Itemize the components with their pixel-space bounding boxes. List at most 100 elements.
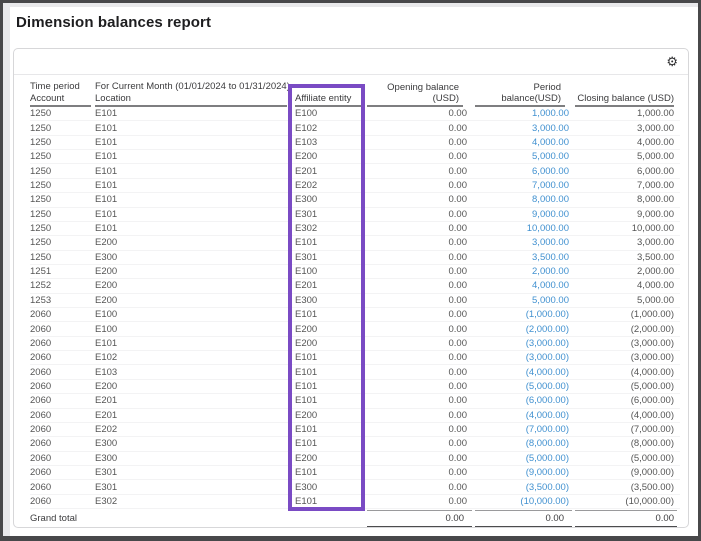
cell-opening: 0.00 xyxy=(367,309,475,320)
cell-affiliate: E301 xyxy=(291,252,367,263)
cell-period[interactable]: 6,000.00 xyxy=(475,166,575,177)
cell-period[interactable]: 8,000.00 xyxy=(475,194,575,205)
cell-closing: 5,000.00 xyxy=(575,295,677,306)
cell-period[interactable]: (1,000.00) xyxy=(475,309,575,320)
cell-affiliate: E101 xyxy=(291,467,367,478)
cell-account: 1250 xyxy=(30,151,95,162)
time-period-label: Time period xyxy=(30,81,95,92)
cell-affiliate: E102 xyxy=(291,123,367,134)
cell-period[interactable]: (3,000.00) xyxy=(475,338,575,349)
cell-period[interactable]: (9,000.00) xyxy=(475,467,575,478)
grand-total-opening: 0.00 xyxy=(367,510,475,528)
cell-opening: 0.00 xyxy=(367,166,475,177)
cell-period[interactable]: 4,000.00 xyxy=(475,280,575,291)
table-row: 2060E100E1010.00(1,000.00)(1,000.00) xyxy=(30,308,680,322)
cell-opening: 0.00 xyxy=(367,223,475,234)
col-header-account: Account xyxy=(30,93,95,107)
cell-opening: 0.00 xyxy=(367,108,475,119)
cell-opening: 0.00 xyxy=(367,453,475,464)
cell-closing: 7,000.00 xyxy=(575,180,677,191)
report-table: Time period For Current Month (01/01/202… xyxy=(14,75,688,527)
grand-total-label: Grand total xyxy=(30,510,95,524)
cell-closing: (6,000.00) xyxy=(575,395,677,406)
cell-period[interactable]: 9,000.00 xyxy=(475,209,575,220)
cell-account: 2060 xyxy=(30,367,95,378)
cell-closing: 3,500.00 xyxy=(575,252,677,263)
cell-closing: 4,000.00 xyxy=(575,280,677,291)
cell-period[interactable]: (5,000.00) xyxy=(475,453,575,464)
cell-period[interactable]: 7,000.00 xyxy=(475,180,575,191)
cell-period[interactable]: (3,500.00) xyxy=(475,482,575,493)
cell-opening: 0.00 xyxy=(367,410,475,421)
cell-location: E200 xyxy=(95,237,291,248)
table-body: 1250E101E1000.001,000.001,000.001250E101… xyxy=(30,107,680,509)
cell-closing: 3,000.00 xyxy=(575,237,677,248)
cell-period[interactable]: (4,000.00) xyxy=(475,367,575,378)
cell-period[interactable]: 5,000.00 xyxy=(475,151,575,162)
cell-location: E101 xyxy=(95,137,291,148)
settings-gear-icon[interactable]: ⚙ xyxy=(666,55,678,68)
cell-period[interactable]: 5,000.00 xyxy=(475,295,575,306)
cell-location: E201 xyxy=(95,410,291,421)
cell-period[interactable]: (5,000.00) xyxy=(475,381,575,392)
table-row: 2060E202E1010.00(7,000.00)(7,000.00) xyxy=(30,423,680,437)
cell-affiliate: E103 xyxy=(291,137,367,148)
cell-location: E200 xyxy=(95,381,291,392)
cell-period[interactable]: (7,000.00) xyxy=(475,424,575,435)
cell-account: 2060 xyxy=(30,424,95,435)
cell-affiliate: E101 xyxy=(291,352,367,363)
table-row: 2060E101E2000.00(3,000.00)(3,000.00) xyxy=(30,337,680,351)
cell-period[interactable]: (10,000.00) xyxy=(475,496,575,507)
cell-period[interactable]: 4,000.00 xyxy=(475,137,575,148)
cell-location: E300 xyxy=(95,252,291,263)
table-row: 2060E300E1010.00(8,000.00)(8,000.00) xyxy=(30,437,680,451)
cell-location: E300 xyxy=(95,453,291,464)
cell-account: 1250 xyxy=(30,123,95,134)
cell-opening: 0.00 xyxy=(367,295,475,306)
table-row: 2060E103E1010.00(4,000.00)(4,000.00) xyxy=(30,365,680,379)
cell-location: E101 xyxy=(95,166,291,177)
table-row: 1250E101E3000.008,000.008,000.00 xyxy=(30,193,680,207)
cell-period[interactable]: (2,000.00) xyxy=(475,324,575,335)
cell-period[interactable]: 3,500.00 xyxy=(475,252,575,263)
cell-period[interactable]: 3,000.00 xyxy=(475,237,575,248)
cell-period[interactable]: (8,000.00) xyxy=(475,438,575,449)
cell-opening: 0.00 xyxy=(367,367,475,378)
cell-period[interactable]: 3,000.00 xyxy=(475,123,575,134)
cell-opening: 0.00 xyxy=(367,137,475,148)
col-header-period-balance: Period balance(USD) xyxy=(475,82,575,107)
table-row: 1251E200E1000.002,000.002,000.00 xyxy=(30,265,680,279)
cell-affiliate: E101 xyxy=(291,381,367,392)
table-row: 1250E200E1010.003,000.003,000.00 xyxy=(30,236,680,250)
cell-location: E101 xyxy=(95,209,291,220)
cell-account: 1252 xyxy=(30,280,95,291)
cell-account: 2060 xyxy=(30,338,95,349)
cell-opening: 0.00 xyxy=(367,424,475,435)
cell-closing: (4,000.00) xyxy=(575,367,677,378)
cell-closing: 8,000.00 xyxy=(575,194,677,205)
cell-affiliate: E300 xyxy=(291,194,367,205)
table-row: 1250E300E3010.003,500.003,500.00 xyxy=(30,251,680,265)
cell-opening: 0.00 xyxy=(367,237,475,248)
cell-account: 2060 xyxy=(30,410,95,421)
cell-account: 2060 xyxy=(30,467,95,478)
cell-period[interactable]: (3,000.00) xyxy=(475,352,575,363)
cell-account: 1250 xyxy=(30,223,95,234)
cell-account: 2060 xyxy=(30,381,95,392)
cell-period[interactable]: 2,000.00 xyxy=(475,266,575,277)
report-window: Dimension balances report ⚙ Time period … xyxy=(0,0,701,541)
table-row: 1252E200E2010.004,000.004,000.00 xyxy=(30,279,680,293)
cell-affiliate: E200 xyxy=(291,324,367,335)
cell-affiliate: E100 xyxy=(291,266,367,277)
cell-period[interactable]: (4,000.00) xyxy=(475,410,575,421)
table-row: 2060E201E1010.00(6,000.00)(6,000.00) xyxy=(30,394,680,408)
cell-opening: 0.00 xyxy=(367,352,475,363)
cell-period[interactable]: (6,000.00) xyxy=(475,395,575,406)
cell-location: E301 xyxy=(95,482,291,493)
cell-period[interactable]: 1,000.00 xyxy=(475,108,575,119)
cell-period[interactable]: 10,000.00 xyxy=(475,223,575,234)
table-row: 1250E101E1030.004,000.004,000.00 xyxy=(30,136,680,150)
cell-account: 1250 xyxy=(30,166,95,177)
cell-closing: 2,000.00 xyxy=(575,266,677,277)
cell-location: E101 xyxy=(95,123,291,134)
